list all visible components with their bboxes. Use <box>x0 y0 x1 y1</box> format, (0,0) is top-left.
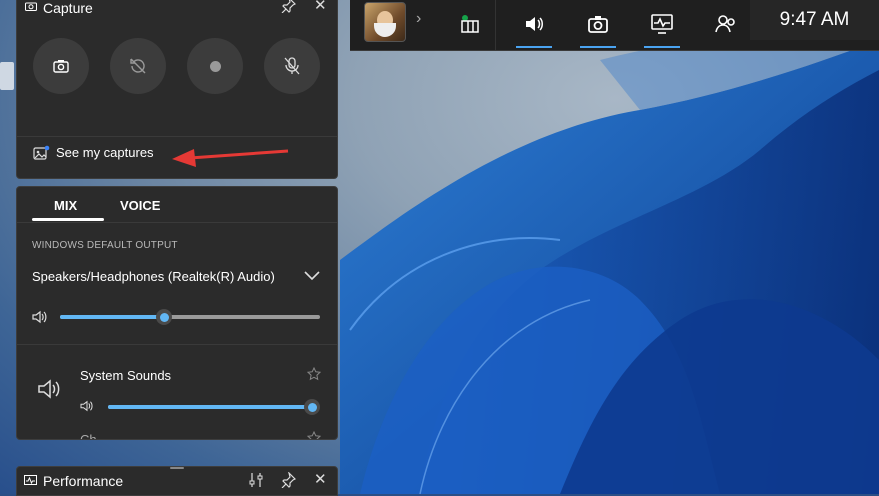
section-label: WINDOWS DEFAULT OUTPUT <box>32 240 178 251</box>
camera-icon <box>588 16 608 33</box>
see-my-captures-label: See my captures <box>56 145 154 160</box>
performance-icon <box>651 14 673 34</box>
favorite-star-icon[interactable] <box>307 431 321 440</box>
capture-title: Capture <box>43 0 93 16</box>
capture-widget-button[interactable] <box>580 6 616 48</box>
camera-icon <box>53 60 69 73</box>
chevron-right-icon[interactable]: › <box>416 10 421 28</box>
camera-icon <box>25 2 37 11</box>
performance-widget: Performance ✕ <box>16 466 338 496</box>
performance-title: Performance <box>43 473 124 489</box>
favorite-star-icon[interactable] <box>307 367 321 381</box>
slider-fill <box>108 405 312 409</box>
gallery-icon <box>33 145 50 160</box>
social-icon <box>715 15 735 33</box>
tab-mix[interactable]: MIX <box>54 198 77 213</box>
audio-widget: MIX VOICE WINDOWS DEFAULT OUTPUT Speaker… <box>16 186 338 440</box>
mic-off-icon <box>284 57 300 75</box>
slider-fill <box>60 315 164 319</box>
slider-thumb[interactable] <box>304 399 320 415</box>
performance-widget-button[interactable] <box>644 6 680 48</box>
record-dot-icon <box>209 60 221 72</box>
active-tab-indicator <box>32 218 104 221</box>
close-icon[interactable]: ✕ <box>314 0 327 14</box>
social-widget-button[interactable] <box>708 6 744 42</box>
profile-avatar[interactable] <box>364 2 406 42</box>
start-recording-button[interactable] <box>187 38 243 94</box>
speaker-icon <box>526 17 543 31</box>
output-device-select[interactable]: Speakers/Headphones (Realtek(R) Audio) <box>32 269 275 284</box>
audio-widget-button[interactable] <box>516 6 552 48</box>
capture-header[interactable]: Capture ✕ <box>17 0 337 21</box>
audio-divider <box>17 344 337 345</box>
record-last-30-button[interactable] <box>110 38 166 94</box>
speaker-icon <box>38 379 60 399</box>
widget-menu-icon[interactable] <box>452 6 488 42</box>
master-volume-slider[interactable] <box>60 309 320 325</box>
annotation-arrow <box>172 149 289 167</box>
app-name-system-sounds: System Sounds <box>80 368 172 383</box>
tabs-divider <box>17 222 337 223</box>
history-off-icon <box>130 58 146 74</box>
see-my-captures-link[interactable]: See my captures <box>33 145 154 160</box>
gamebar-divider <box>495 0 496 50</box>
clock: 9:47 AM <box>750 0 879 40</box>
performance-icon <box>24 475 37 485</box>
slider-thumb[interactable] <box>156 309 172 325</box>
volume-icon[interactable] <box>80 400 94 412</box>
system-sounds-volume-slider[interactable] <box>108 399 320 415</box>
chevron-down-icon[interactable] <box>303 269 321 281</box>
desktop-icon-partial[interactable] <box>0 62 16 102</box>
clock-time: 9:47 AM <box>779 9 850 30</box>
screenshot-button[interactable] <box>33 38 89 94</box>
capture-divider <box>17 136 337 137</box>
pin-icon[interactable] <box>280 472 296 488</box>
tab-voice[interactable]: VOICE <box>120 198 160 213</box>
close-icon[interactable]: ✕ <box>314 470 327 488</box>
game-bar: › 9:47 AM <box>350 0 879 51</box>
pin-icon[interactable] <box>280 0 296 13</box>
settings-sliders-icon[interactable] <box>248 472 264 488</box>
next-app-partial: Ch <box>80 432 97 440</box>
drag-handle[interactable] <box>170 467 184 469</box>
mic-toggle-button[interactable] <box>264 38 320 94</box>
volume-icon[interactable] <box>32 310 48 324</box>
